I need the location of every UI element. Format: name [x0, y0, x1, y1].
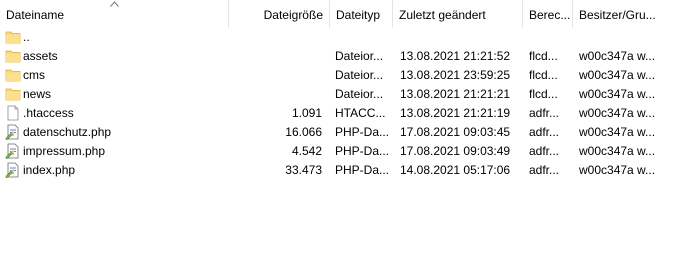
- file-type: HTACC...: [335, 106, 386, 120]
- file-permissions: adfr...: [529, 106, 560, 120]
- folder-icon: [5, 88, 21, 101]
- file-name: impressum.php: [23, 144, 106, 158]
- column-header-permissions[interactable]: Berec...: [523, 0, 573, 28]
- file-modified: 13.08.2021 21:21:21: [400, 87, 511, 101]
- file-modified: 13.08.2021 23:59:25: [400, 68, 511, 82]
- column-header-owner[interactable]: Besitzer/Gru...: [573, 0, 696, 28]
- folder-icon: [5, 31, 21, 44]
- file-row[interactable]: index.php 33.473 PHP-Da... 14.08.2021 05…: [0, 160, 696, 179]
- file-name: assets: [23, 49, 58, 63]
- column-header-type[interactable]: Dateityp: [330, 0, 393, 28]
- file-type: PHP-Da...: [335, 144, 390, 158]
- file-type: PHP-Da...: [335, 163, 390, 177]
- remote-file-list: Dateiname Dateigröße Dateityp Zuletzt ge…: [0, 0, 696, 257]
- folder-icon: [5, 69, 21, 82]
- file-owner: w00c347a w...: [579, 163, 656, 177]
- file-size: 4.542: [291, 144, 322, 158]
- column-header-owner-label: Besitzer/Gru...: [579, 8, 656, 22]
- column-header-size-label: Dateigröße: [263, 8, 323, 22]
- sort-ascending-icon: [110, 1, 119, 7]
- file-modified: 14.08.2021 05:17:06: [400, 163, 511, 177]
- file-type: Dateior...: [335, 49, 384, 63]
- file-name: ..: [23, 30, 30, 44]
- file-owner: w00c347a w...: [579, 106, 656, 120]
- file-type: Dateior...: [335, 87, 384, 101]
- file-modified: 17.08.2021 09:03:45: [400, 125, 511, 139]
- file-row[interactable]: assets Dateior... 13.08.2021 21:21:52 fl…: [0, 46, 696, 65]
- file-row[interactable]: .htaccess 1.091 HTACC... 13.08.2021 21:2…: [0, 103, 696, 122]
- file-type: Dateior...: [335, 68, 384, 82]
- file-type: PHP-Da...: [335, 125, 390, 139]
- file-permissions: adfr...: [529, 163, 560, 177]
- file-modified: 13.08.2021 21:21:19: [400, 106, 511, 120]
- php-file-icon: [5, 162, 19, 178]
- file-permissions: flcd...: [529, 87, 558, 101]
- column-header-permissions-label: Berec...: [529, 8, 571, 22]
- file-owner: w00c347a w...: [579, 68, 656, 82]
- file-row[interactable]: impressum.php 4.542 PHP-Da... 17.08.2021…: [0, 141, 696, 160]
- folder-icon: [5, 50, 21, 63]
- column-header-name-label: Dateiname: [6, 8, 65, 22]
- file-name: index.php: [23, 163, 76, 177]
- column-header-name[interactable]: Dateiname: [0, 0, 229, 28]
- file-name: news: [23, 87, 52, 101]
- php-file-icon: [5, 124, 19, 140]
- file-row[interactable]: datenschutz.php 16.066 PHP-Da... 17.08.2…: [0, 122, 696, 141]
- file-permissions: adfr...: [529, 144, 560, 158]
- file-size: 16.066: [285, 125, 322, 139]
- file-row[interactable]: news Dateior... 13.08.2021 21:21:21 flcd…: [0, 84, 696, 103]
- file-owner: w00c347a w...: [579, 87, 656, 101]
- file-modified: 13.08.2021 21:21:52: [400, 49, 511, 63]
- file-permissions: flcd...: [529, 49, 558, 63]
- file-owner: w00c347a w...: [579, 144, 656, 158]
- file-name: .htaccess: [23, 106, 74, 120]
- column-header-type-label: Dateityp: [336, 8, 381, 22]
- column-header-modified-label: Zuletzt geändert: [399, 8, 486, 22]
- file-row-parent[interactable]: ..: [0, 27, 696, 46]
- file-owner: w00c347a w...: [579, 125, 656, 139]
- column-header-modified[interactable]: Zuletzt geändert: [393, 0, 523, 28]
- column-header-size[interactable]: Dateigröße: [229, 0, 330, 28]
- file-name: cms: [23, 68, 45, 82]
- blank-file-icon: [7, 105, 19, 121]
- file-row[interactable]: cms Dateior... 13.08.2021 23:59:25 flcd.…: [0, 65, 696, 84]
- file-name: datenschutz.php: [23, 125, 112, 139]
- file-size: 1.091: [291, 106, 322, 120]
- file-size: 33.473: [285, 163, 322, 177]
- column-header-bar: Dateiname Dateigröße Dateityp Zuletzt ge…: [0, 0, 696, 28]
- php-file-icon: [5, 143, 19, 159]
- file-modified: 17.08.2021 09:03:49: [400, 144, 511, 158]
- file-owner: w00c347a w...: [579, 49, 656, 63]
- file-permissions: adfr...: [529, 125, 560, 139]
- file-permissions: flcd...: [529, 68, 558, 82]
